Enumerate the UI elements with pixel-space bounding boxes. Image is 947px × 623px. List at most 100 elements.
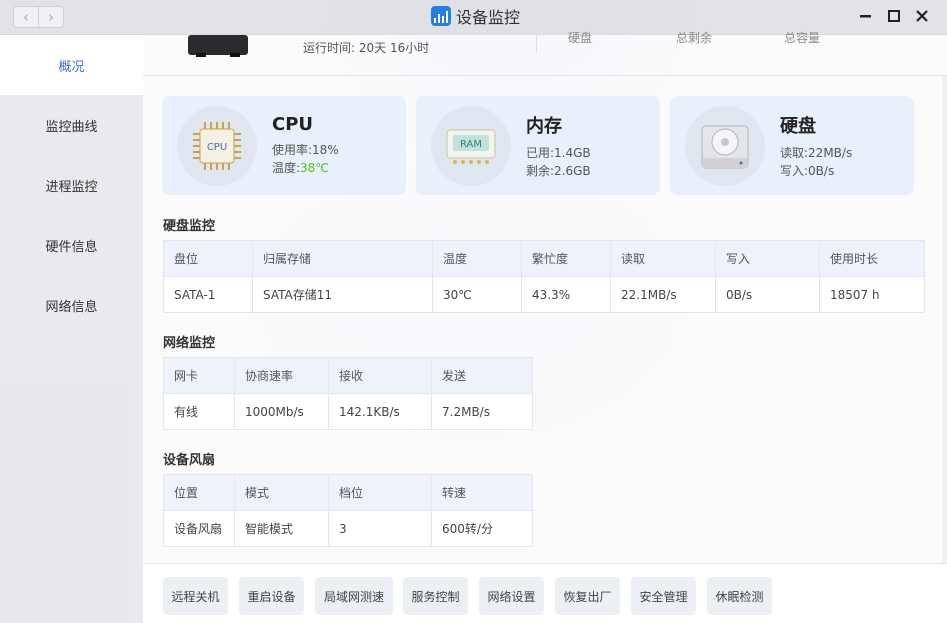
table-cell: 智能模式: [234, 510, 329, 547]
security-management-button[interactable]: 安全管理: [631, 577, 696, 615]
network-monitor-title: 网络监控: [163, 336, 216, 351]
memory-free-value: 2.6GB: [554, 163, 591, 178]
fan-table: 位置 模式 档位 转速 设备风扇 智能模式 3 600转/分: [163, 474, 533, 547]
sidebar-item-network-info[interactable]: 网络信息: [0, 275, 143, 335]
action-bar: 远程关机 重启设备 局域网测速 服务控制 网络设置 恢复出厂 安全管理 休眠检测: [143, 563, 947, 623]
table-header-cell: 盘位: [163, 240, 253, 277]
cpu-temp-value: 38℃: [300, 161, 329, 175]
table-cell: 43.3%: [521, 276, 611, 313]
table-row: 设备风扇 智能模式 3 600转/分: [163, 510, 533, 547]
window-title: 设备监控: [431, 4, 520, 28]
table-header-cell: 协商速率: [234, 357, 329, 394]
table-cell: 600转/分: [431, 510, 533, 547]
cpu-usage-line: 使用率:18%: [272, 141, 339, 159]
back-button[interactable]: ‹: [14, 7, 38, 27]
memory-used-value: 1.4GB: [554, 145, 591, 160]
lan-speed-test-button[interactable]: 局域网测速: [315, 577, 393, 615]
sleep-detection-button[interactable]: 休眠检测: [707, 577, 772, 615]
table-cell: 3: [328, 510, 432, 547]
table-header-cell: 发送: [431, 357, 533, 394]
cpu-usage-label: 使用率:: [272, 143, 313, 157]
table-header-cell: 网卡: [163, 357, 235, 394]
disk-card: 硬盘 读取:22MB/s 写入:0B/s: [670, 96, 914, 195]
resource-cards: CPU CPU 使用率:18% 温度:38℃ RAM 内存 已用:1.4GB 剩…: [162, 96, 914, 195]
disk-monitor-title: 硬盘监控: [163, 219, 216, 234]
service-control-button[interactable]: 服务控制: [403, 577, 468, 615]
memory-used-line: 已用:1.4GB: [526, 144, 591, 162]
cpu-info: CPU 使用率:18% 温度:38℃: [272, 114, 339, 177]
table-cell: 7.2MB/s: [431, 393, 533, 430]
disk-monitor-table: 盘位 归属存储 温度 繁忙度 读取 写入 使用时长 SATA-1 SATA存储1…: [163, 240, 925, 313]
uptime-label: 运行时间:: [303, 41, 356, 55]
fan-title: 设备风扇: [163, 453, 216, 468]
table-header-cell: 接收: [328, 357, 432, 394]
table-cell: 1000Mb/s: [234, 393, 329, 430]
main-panel: 运行时间: 20天 16小时 硬盘 总剩余 总容量 CPU CPU 使用率:18…: [143, 31, 947, 623]
table-header-cell: 繁忙度: [521, 240, 611, 277]
disk-read-label: 读取:: [780, 145, 809, 160]
table-header-cell: 使用时长: [819, 240, 925, 277]
memory-info: 内存 已用:1.4GB 剩余:2.6GB: [526, 112, 591, 180]
memory-card: RAM 内存 已用:1.4GB 剩余:2.6GB: [416, 96, 660, 195]
table-header-cell: 写入: [715, 240, 820, 277]
disk-read-value: 22MB/s: [808, 145, 853, 160]
sidebar-item-overview[interactable]: 概况: [0, 35, 143, 95]
forward-button[interactable]: ›: [38, 7, 63, 27]
memory-free-line: 剩余:2.6GB: [526, 162, 591, 180]
sidebar-item-monitor-curves[interactable]: 监控曲线: [0, 95, 143, 155]
table-cell: 22.1MB/s: [610, 276, 716, 313]
ram-icon: RAM: [431, 105, 511, 186]
table-header-row: 位置 模式 档位 转速: [163, 474, 533, 511]
scrollbar[interactable]: [942, 76, 947, 563]
cpu-usage-value: 18%: [312, 143, 339, 157]
table-header-cell: 转速: [431, 474, 533, 511]
remote-shutdown-button[interactable]: 远程关机: [163, 577, 228, 615]
maximize-button[interactable]: [887, 8, 901, 24]
sidebar-item-label: 监控曲线: [45, 119, 98, 135]
minimize-button[interactable]: [859, 8, 873, 24]
factory-reset-button[interactable]: 恢复出厂: [555, 577, 620, 615]
restart-device-button[interactable]: 重启设备: [239, 577, 304, 615]
disk-title: 硬盘: [780, 115, 816, 137]
cpu-temp-line: 温度:38℃: [272, 159, 339, 177]
total-capacity-label: 总容量: [784, 31, 821, 45]
sidebar-item-label: 概况: [58, 59, 85, 75]
minimize-icon: [860, 15, 871, 18]
disk-summary-label: 硬盘: [568, 31, 593, 45]
ram-icon-label: RAM: [460, 139, 482, 150]
disk-info: 硬盘 读取:22MB/s 写入:0B/s: [780, 112, 852, 180]
close-button[interactable]: [915, 8, 929, 24]
close-icon: [916, 10, 928, 22]
table-header-cell: 模式: [234, 474, 329, 511]
table-cell: 设备风扇: [163, 510, 235, 547]
window-title-text: 设备监控: [456, 8, 521, 27]
cpu-icon: CPU: [177, 105, 257, 186]
device-image: [188, 35, 248, 57]
disk-write-value: 0B/s: [808, 163, 835, 178]
cpu-temp-label: 温度:: [272, 161, 301, 175]
hard-disk-icon: [685, 105, 765, 186]
table-cell: 30℃: [432, 276, 522, 313]
table-row: 有线 1000Mb/s 142.1KB/s 7.2MB/s: [163, 393, 533, 430]
disk-write-line: 写入:0B/s: [780, 162, 852, 180]
sidebar-item-process-monitor[interactable]: 进程监控: [0, 155, 143, 215]
disk-write-label: 写入:: [780, 163, 809, 178]
table-header-cell: 归属存储: [252, 240, 433, 277]
table-header-cell: 档位: [328, 474, 432, 511]
cpu-icon-label: CPU: [207, 142, 227, 153]
table-cell: SATA存储11: [252, 276, 433, 313]
total-free-label: 总剩余: [676, 31, 713, 45]
network-settings-button[interactable]: 网络设置: [479, 577, 544, 615]
sidebar-item-label: 网络信息: [45, 299, 98, 315]
disk-read-line: 读取:22MB/s: [780, 144, 852, 162]
monitor-app-icon: [431, 6, 451, 26]
sidebar-item-hardware-info[interactable]: 硬件信息: [0, 215, 143, 275]
network-monitor-table: 网卡 协商速率 接收 发送 有线 1000Mb/s 142.1KB/s 7.2M…: [163, 357, 533, 430]
sidebar: 概况 监控曲线 进程监控 硬件信息 网络信息: [0, 35, 143, 623]
memory-used-label: 已用:: [526, 145, 555, 160]
table-cell: 有线: [163, 393, 235, 430]
cpu-card: CPU CPU 使用率:18% 温度:38℃: [162, 96, 406, 195]
divider: [536, 35, 537, 53]
cpu-title: CPU: [272, 114, 314, 135]
sidebar-item-label: 硬件信息: [45, 239, 98, 255]
